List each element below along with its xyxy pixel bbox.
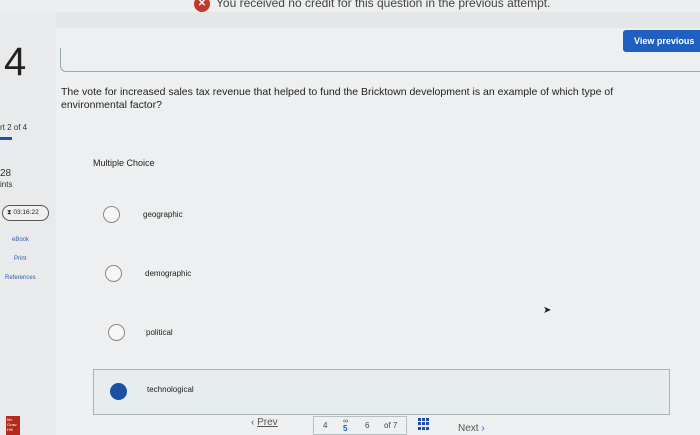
hourglass-icon: ⧗ <box>7 209 12 216</box>
timer-value: 03:16:22 <box>13 209 39 216</box>
radio-button[interactable] <box>108 324 125 341</box>
print-link[interactable]: Print <box>14 256 26 262</box>
page-total: of 7 <box>384 421 398 430</box>
chevron-left-icon: ‹ <box>251 417 255 428</box>
next-label: Next <box>458 423 479 434</box>
points-label: ints <box>0 180 13 189</box>
mouse-cursor-icon: ➤ <box>543 305 552 316</box>
points-value: 28 <box>0 168 12 179</box>
option-label: technological <box>147 385 194 394</box>
page-5[interactable]: 5 <box>343 424 347 433</box>
page-selector[interactable]: 4 ∞ 5 6 of 7 <box>313 416 407 435</box>
ebook-link[interactable]: eBook <box>12 237 29 243</box>
question-text: The vote for increased sales tax revenue… <box>61 86 614 111</box>
points: 28 ints <box>0 168 12 190</box>
timer[interactable]: ⧗ 03:16:22 <box>2 205 49 221</box>
header-frame <box>60 48 700 72</box>
option-geographic[interactable]: geographic <box>90 192 670 238</box>
prev-label: Prev <box>257 417 278 428</box>
option-political[interactable]: political <box>90 310 670 356</box>
question-number: 4 <box>4 40 27 84</box>
view-previous-button[interactable]: View previous <box>623 30 700 52</box>
references-link[interactable]: References <box>5 275 36 281</box>
x-icon: ✕ <box>194 0 210 12</box>
publisher-logo: Mc Graw Hill <box>6 416 20 435</box>
credit-banner: ✕ You received no credit for this questi… <box>0 0 700 12</box>
prev-button[interactable]: ‹ Prev <box>251 417 278 428</box>
option-label: political <box>146 328 173 337</box>
question-type-label: Multiple Choice <box>93 158 155 168</box>
option-technological[interactable]: technological <box>93 369 670 415</box>
grid-icon[interactable] <box>418 418 430 430</box>
part-progress-bar <box>0 137 12 140</box>
page-6[interactable]: 6 <box>365 421 369 430</box>
banner-text: You received no credit for this question… <box>216 0 551 10</box>
radio-button-selected[interactable] <box>110 383 127 400</box>
next-button[interactable]: Next › <box>458 423 485 434</box>
option-label: geographic <box>143 210 183 219</box>
radio-button[interactable] <box>103 206 120 223</box>
radio-button[interactable] <box>105 265 122 282</box>
chevron-right-icon: › <box>481 423 485 434</box>
page-4[interactable]: 4 <box>323 421 327 430</box>
option-label: demographic <box>145 269 192 278</box>
part-indicator: rt 2 of 4 <box>0 123 28 132</box>
option-demographic[interactable]: demographic <box>90 251 670 297</box>
question-sidebar: 4 rt 2 of 4 28 ints ⧗ 03:16:22 eBook Pri… <box>0 12 56 435</box>
